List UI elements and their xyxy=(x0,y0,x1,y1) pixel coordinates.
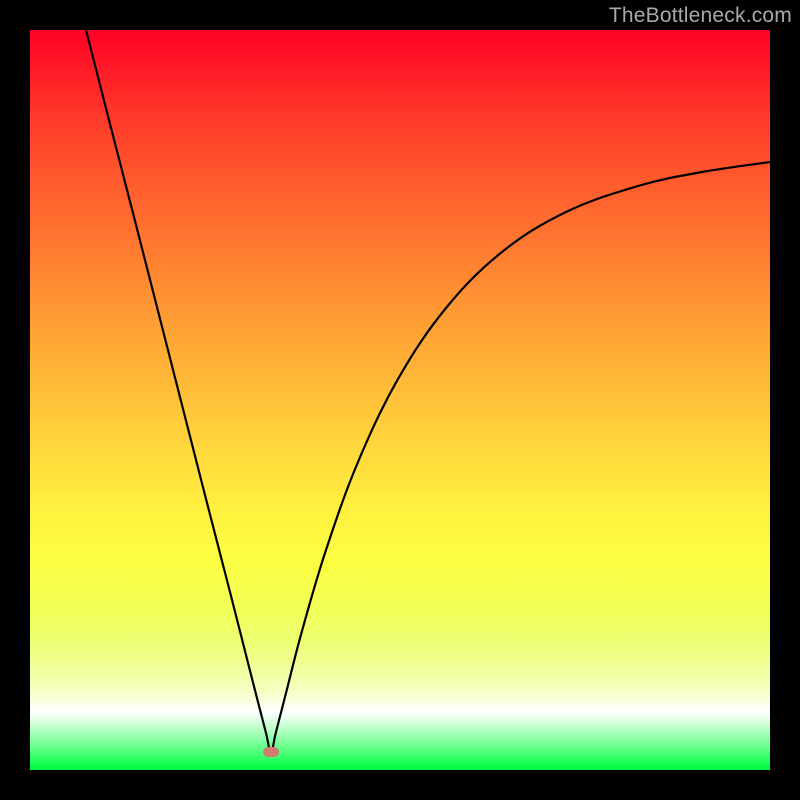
watermark-text: TheBottleneck.com xyxy=(609,4,792,28)
optimal-point-marker xyxy=(263,747,279,757)
bottleneck-curve xyxy=(30,30,770,770)
chart-frame: TheBottleneck.com xyxy=(0,0,800,800)
plot-area xyxy=(30,30,770,770)
